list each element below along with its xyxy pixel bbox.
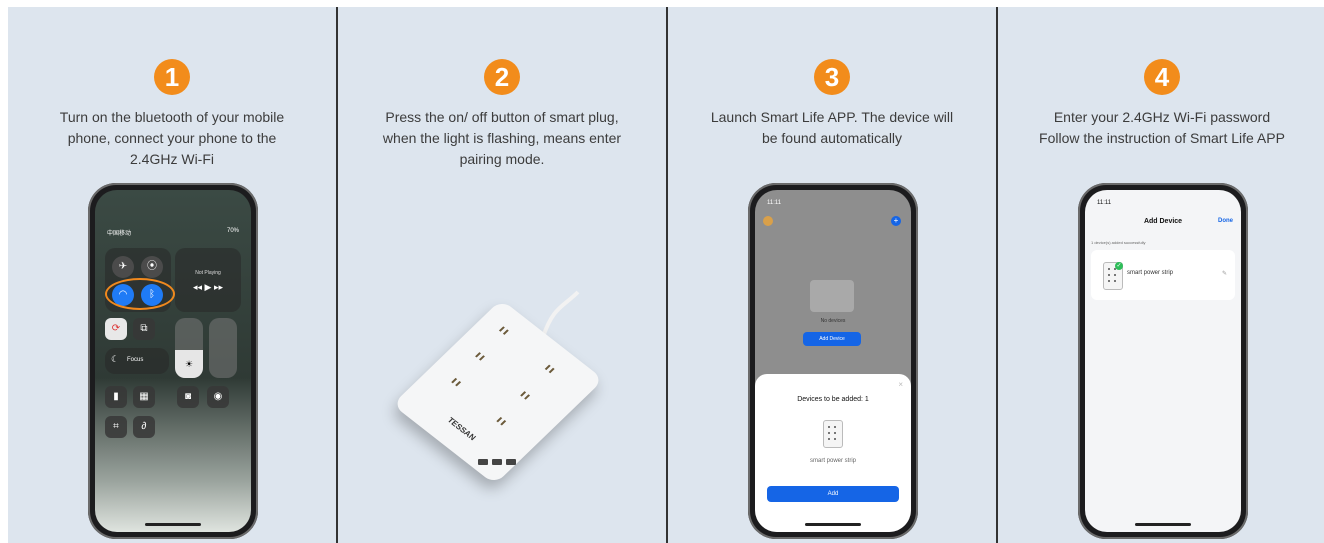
step-3-caption: Launch Smart Life APP. The device will b… [682, 107, 982, 149]
usb-port [506, 459, 516, 465]
volume-slider[interactable] [209, 318, 237, 378]
record-icon[interactable]: ◉ [207, 386, 229, 408]
scan-icon[interactable]: ⌗ [105, 416, 127, 438]
step-3-panel: 3 Launch Smart Life APP. The device will… [668, 7, 996, 543]
rotation-lock-icon[interactable]: ⟳ [105, 318, 127, 340]
caption-line: Launch Smart Life APP. The device will [710, 109, 954, 125]
usb-port [492, 459, 502, 465]
devices-to-add-sheet: × Devices to be added: 1 smart power str… [755, 374, 911, 532]
caption-line: phone, connect your phone to the [67, 130, 277, 146]
smart-life-home-screen: 11:11 + No devices Add Device × Devices … [755, 190, 911, 532]
calculator-icon[interactable]: ▦ [133, 386, 155, 408]
play-icon[interactable]: ◂◂ ▶ ▸▸ [175, 282, 241, 293]
step-2-panel: 2 Press the on/ off button of smart plug… [338, 7, 666, 543]
screen-mirror-icon[interactable]: ⧉ [133, 318, 155, 340]
highlight-ring [105, 278, 175, 310]
outlet [497, 326, 509, 336]
music-tile[interactable]: Not Playing ◂◂ ▶ ▸▸ [175, 248, 241, 312]
outlet [450, 377, 462, 387]
step-4-panel: 4 Enter your 2.4GHz Wi-Fi password Follo… [998, 7, 1324, 543]
outlet [519, 391, 531, 401]
status-bar: 中国移动 70% [107, 228, 239, 237]
usb-port [478, 459, 488, 465]
focus-tile[interactable]: ☾ Focus [105, 348, 169, 374]
camera-icon[interactable]: ◙ [177, 386, 199, 408]
step-1-badge: 1 [154, 59, 190, 95]
phone-mockup: 11:11 Add Device Done 1 device(s) added … [1078, 183, 1248, 539]
hearing-icon[interactable]: ∂ [133, 416, 155, 438]
phone-mockup: 中国移动 70% ✈ ⦿ ◠ ᛒ Not Playing ◂◂ ▶ ▸▸ ⟳ ⧉… [88, 183, 258, 539]
caption-line: Follow the instruction of Smart Life APP [1039, 130, 1285, 146]
outlet [474, 351, 486, 361]
success-note: 1 device(s) added successfully [1091, 240, 1146, 245]
step-1-caption: Turn on the bluetooth of your mobile pho… [22, 107, 322, 170]
check-icon: ✓ [1115, 262, 1123, 270]
power-strip-icon [823, 420, 843, 448]
flashlight-icon[interactable]: ▮ [105, 386, 127, 408]
device-name: smart power strip [809, 458, 856, 464]
cellular-icon[interactable]: ⦿ [141, 256, 163, 278]
focus-label: Focus [127, 357, 144, 363]
outlet [543, 364, 555, 374]
edit-icon[interactable]: ✎ [1222, 270, 1227, 277]
outlet [495, 416, 507, 426]
home-indicator [805, 523, 861, 526]
brand-label: TESSAN [445, 415, 478, 443]
avatar[interactable] [763, 216, 773, 226]
caption-line: be found automatically [761, 130, 903, 146]
caption-line: Turn on the bluetooth of your mobile [59, 109, 285, 125]
close-icon[interactable]: × [898, 380, 903, 389]
no-devices-label: No devices [820, 318, 846, 324]
sun-icon: ☀ [175, 350, 203, 378]
caption-line: Enter your 2.4GHz Wi-Fi password [1053, 109, 1271, 125]
control-center-screen: 中国移动 70% ✈ ⦿ ◠ ᛒ Not Playing ◂◂ ▶ ▸▸ ⟳ ⧉… [95, 190, 251, 532]
status-time: 11:11 [1097, 200, 1112, 206]
empty-box-icon [810, 280, 854, 312]
add-button[interactable]: Add [767, 486, 899, 502]
device-card[interactable]: ✓ smart power strip ✎ [1091, 250, 1235, 300]
battery-label: 70% [226, 228, 239, 234]
add-device-button[interactable]: Add Device [803, 332, 861, 346]
instruction-strip: 1 Turn on the bluetooth of your mobile p… [8, 7, 1324, 543]
step-3-badge: 3 [814, 59, 850, 95]
device-name: smart power strip [1127, 270, 1174, 276]
phone-mockup: 11:11 + No devices Add Device × Devices … [748, 183, 918, 539]
carrier-label: 中国移动 [107, 231, 132, 237]
step-4-caption: Enter your 2.4GHz Wi-Fi password Follow … [1012, 107, 1312, 149]
add-device-screen: 11:11 Add Device Done 1 device(s) added … [1085, 190, 1241, 532]
moon-icon: ☾ [111, 354, 120, 364]
done-button[interactable]: Done [1218, 218, 1233, 224]
step-4-badge: 4 [1144, 59, 1180, 95]
now-playing-label: Not Playing [195, 270, 221, 276]
sheet-title: Devices to be added: 1 [797, 396, 869, 403]
airplane-icon[interactable]: ✈ [112, 256, 134, 278]
step-1-panel: 1 Turn on the bluetooth of your mobile p… [8, 7, 336, 543]
add-icon[interactable]: + [891, 216, 901, 226]
caption-line: 2.4GHz Wi-Fi [130, 151, 214, 167]
home-indicator [1135, 523, 1191, 526]
brightness-slider[interactable]: ☀ [175, 318, 203, 378]
status-time: 11:11 [767, 200, 782, 206]
home-indicator [145, 523, 201, 526]
